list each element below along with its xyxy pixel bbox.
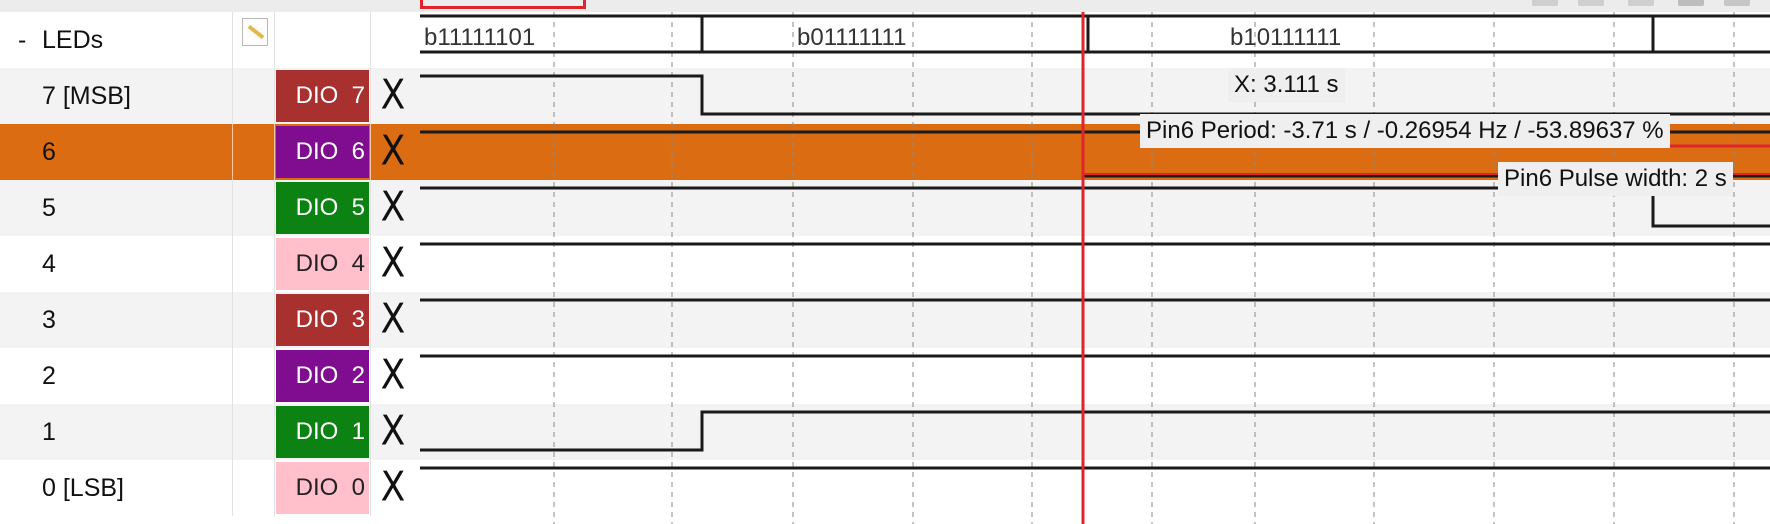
pin-assignment[interactable]: DIO 4 <box>276 238 369 290</box>
pin-assignment[interactable]: DIO 3 <box>276 294 369 346</box>
channel-trace <box>420 410 1770 452</box>
bus-value: b11111101 <box>424 24 536 51</box>
group-row-leds[interactable]: - LEDs <box>0 12 420 68</box>
pin-assignment[interactable]: DIO 0 <box>276 462 369 514</box>
waveform-traces <box>420 12 1770 524</box>
pin-assignment[interactable]: DIO 1 <box>276 406 369 458</box>
group-name: LEDs <box>42 26 104 54</box>
channel-list: - LEDs 7 [MSB] DIO 7 X 6 DIO 6 X 5 DIO 5 X 4 DIO 4… <box>0 12 420 524</box>
pin-assignment[interactable]: DIO 5 <box>276 182 369 234</box>
toolbar-button[interactable] <box>1578 0 1604 6</box>
channel-name: 7 [MSB] <box>42 82 131 110</box>
channel-row[interactable]: 0 [LSB] DIO 0X <box>0 460 420 516</box>
remove-channel-button[interactable]: X <box>376 456 410 520</box>
edit-icon[interactable] <box>242 18 268 46</box>
channel-row[interactable]: 6 DIO 6X <box>0 124 420 180</box>
remove-channel-button[interactable]: X <box>376 120 410 184</box>
remove-channel-button[interactable]: X <box>376 232 410 296</box>
top-toolbar-strip <box>0 0 1770 12</box>
bus-value: b01111111 <box>797 24 907 51</box>
toolbar-button[interactable] <box>1628 0 1654 6</box>
channel-row[interactable]: 4 DIO 4X <box>0 236 420 292</box>
collapse-toggle[interactable]: - <box>18 12 26 68</box>
remove-channel-button[interactable]: X <box>376 344 410 408</box>
pulse-width-measurement: Pin6 Pulse width: 2 s <box>1498 162 1733 196</box>
selection-marker <box>420 0 586 9</box>
channel-row[interactable]: 7 [MSB] DIO 7X <box>0 68 420 124</box>
zoom-icon[interactable] <box>1678 0 1704 6</box>
remove-channel-button[interactable]: X <box>376 176 410 240</box>
channel-trace <box>420 74 1770 116</box>
channel-row[interactable]: 2 DIO 2X <box>0 348 420 404</box>
remove-channel-button[interactable]: X <box>376 400 410 464</box>
channel-row[interactable]: 3 DIO 3X <box>0 292 420 348</box>
channel-row[interactable]: 5 DIO 5X <box>0 180 420 236</box>
channel-name: 0 [LSB] <box>42 474 124 502</box>
channel-name: 4 <box>42 250 56 278</box>
settings-icon[interactable] <box>1724 0 1750 6</box>
waveform-view[interactable]: b11111101 b01111111 b10111111 X: 3.111 s… <box>420 12 1770 524</box>
remove-channel-button[interactable]: X <box>376 288 410 352</box>
cursor-x-readout: X: 3.111 s <box>1228 68 1345 102</box>
channel-name: 5 <box>42 194 56 222</box>
period-measurement: Pin6 Period: -3.71 s / -0.26954 Hz / -53… <box>1140 114 1670 148</box>
toolbar-button[interactable] <box>1532 0 1558 6</box>
channel-name: 2 <box>42 362 56 390</box>
channel-row[interactable]: 1 DIO 1X <box>0 404 420 460</box>
bus-value: b10111111 <box>1230 24 1342 51</box>
channel-name: 1 <box>42 418 56 446</box>
channel-name: 3 <box>42 306 56 334</box>
channel-name: 6 <box>42 138 56 166</box>
pin-assignment[interactable]: DIO 2 <box>276 350 369 402</box>
pin-assignment[interactable]: DIO 6 <box>276 126 369 178</box>
remove-channel-button[interactable]: X <box>376 64 410 128</box>
pin-assignment[interactable]: DIO 7 <box>276 70 369 122</box>
